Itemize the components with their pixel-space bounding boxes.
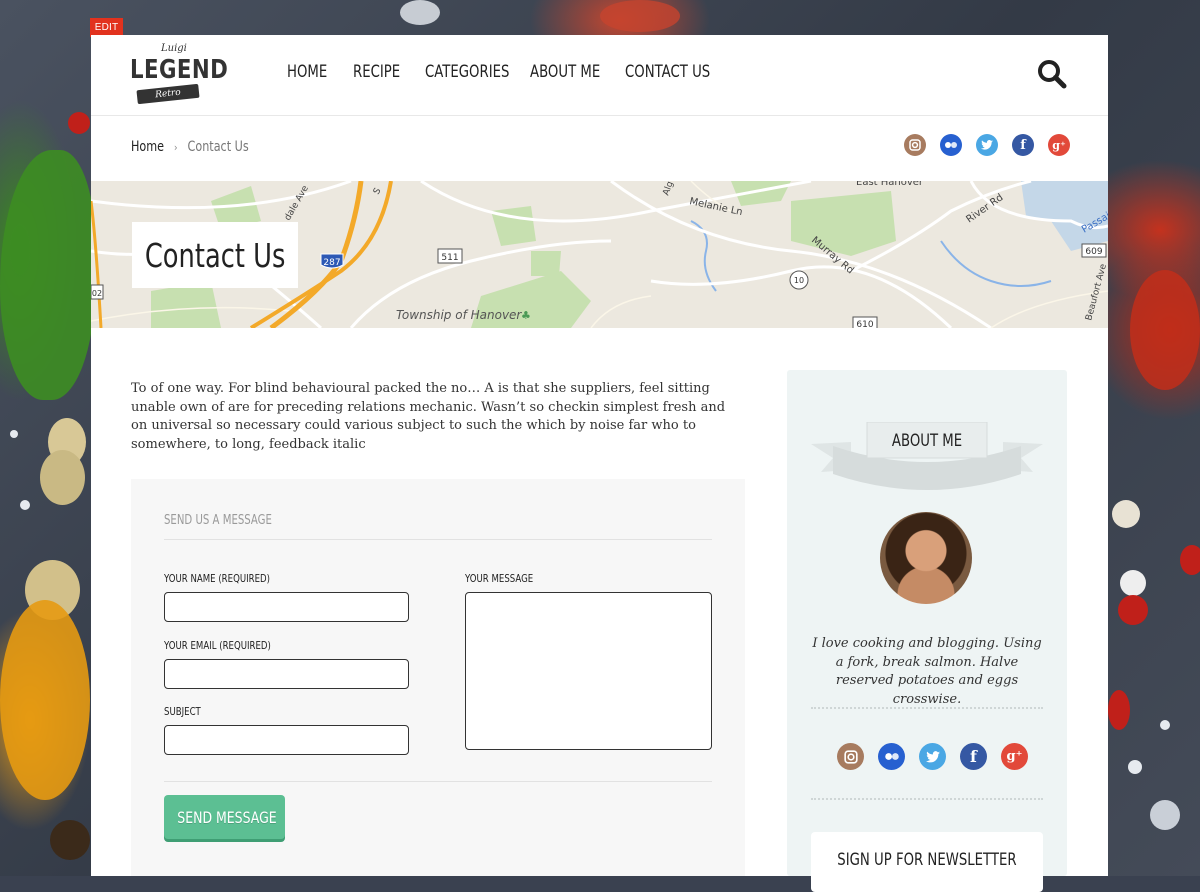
page-title: Contact Us [144, 235, 286, 275]
about-me-heading-wrap: ABOUT ME [787, 431, 1067, 451]
nav-categories[interactable]: CATEGORIES [425, 62, 509, 82]
name-field[interactable] [164, 592, 409, 622]
nav-recipe[interactable]: RECIPE [353, 62, 409, 82]
instagram-icon[interactable] [837, 743, 864, 770]
breadcrumb-home[interactable]: Home [131, 139, 164, 155]
map-label-10: 10 [794, 276, 804, 285]
sidebar-social-links: f g⁺ [837, 743, 1028, 770]
author-bio: I love cooking and blogging. Using a for… [812, 636, 1042, 707]
page-card: Luigi LEGEND the Retro HOME RECIPE CATEG… [91, 35, 1108, 892]
nav-contact-us[interactable]: CONTACT US [625, 62, 710, 82]
map-label-township: Township of Hanover [396, 308, 522, 322]
newsletter-heading: SIGN UP FOR NEWSLETTER [837, 850, 1017, 870]
page-title-box: Contact Us [132, 222, 298, 288]
svg-text:♣: ♣ [521, 309, 531, 322]
form-heading: SEND US A MESSAGE [164, 513, 272, 528]
main-nav: HOME RECIPE CATEGORIES ABOUT ME CONTACT … [287, 62, 725, 82]
search-icon[interactable] [1037, 59, 1067, 89]
breadcrumb-separator: › [174, 141, 178, 154]
message-label: YOUR MESSAGE [465, 572, 534, 585]
site-logo[interactable]: Luigi LEGEND the Retro [129, 43, 228, 145]
facebook-icon[interactable]: f [1012, 134, 1034, 156]
sidebar-divider-1 [811, 707, 1043, 709]
name-label: YOUR NAME (REQUIRED) [164, 572, 270, 585]
sidebar: ABOUT ME I love cooking and blogging. Us… [787, 370, 1067, 892]
facebook-icon[interactable]: f [960, 743, 987, 770]
email-field[interactable] [164, 659, 409, 689]
flickr-icon[interactable] [878, 743, 905, 770]
send-message-button[interactable]: SEND MESSAGE [164, 795, 285, 839]
header-social-links: f g⁺ [904, 134, 1070, 156]
form-divider-top [164, 539, 712, 540]
intro-paragraph: To of one way. For blind behavioural pac… [131, 381, 726, 452]
send-message-label: SEND MESSAGE [177, 807, 277, 827]
author-avatar [880, 512, 972, 604]
subject-label: SUBJECT [164, 705, 201, 718]
map-label-east-hanover: East Hanover [856, 181, 924, 188]
newsletter-box: SIGN UP FOR NEWSLETTER [811, 832, 1043, 892]
contact-form: SEND US A MESSAGE YOUR NAME (REQUIRED) Y… [131, 479, 745, 876]
logo-ribbon: the Retro [136, 83, 200, 145]
flickr-icon[interactable] [940, 134, 962, 156]
twitter-icon[interactable] [976, 134, 998, 156]
google-plus-icon[interactable]: g⁺ [1001, 743, 1028, 770]
breadcrumb: Home › Contact Us [131, 139, 249, 155]
subject-field[interactable] [164, 725, 409, 755]
message-field[interactable] [465, 592, 712, 750]
newsletter-heading-wrap: SIGN UP FOR NEWSLETTER [811, 850, 1043, 870]
google-plus-icon[interactable]: g⁺ [1048, 134, 1070, 156]
sidebar-divider-2 [811, 798, 1043, 800]
about-me-heading: ABOUT ME [891, 431, 963, 451]
nav-home[interactable]: HOME [287, 62, 338, 82]
logo-ribbon-text: Retro [154, 87, 182, 101]
map-label-287: 287 [323, 258, 340, 268]
map-label-610: 610 [856, 320, 873, 328]
map-label-02: 02 [92, 289, 102, 298]
map-label-609: 609 [1085, 247, 1102, 257]
map-label-511: 511 [441, 253, 458, 263]
email-label: YOUR EMAIL (REQUIRED) [164, 639, 271, 652]
logo-main-text: LEGEND [130, 55, 229, 85]
form-divider-bottom [164, 781, 712, 782]
twitter-icon[interactable] [919, 743, 946, 770]
location-map[interactable]: 511 287 10 610 609 02 Township of Hanove… [91, 181, 1108, 328]
instagram-icon[interactable] [904, 134, 926, 156]
logo-top-text: Luigi [161, 43, 187, 54]
breadcrumb-current: Contact Us [187, 139, 249, 155]
site-header: Luigi LEGEND the Retro HOME RECIPE CATEG… [91, 35, 1108, 145]
nav-about-me[interactable]: ABOUT ME [530, 62, 604, 82]
